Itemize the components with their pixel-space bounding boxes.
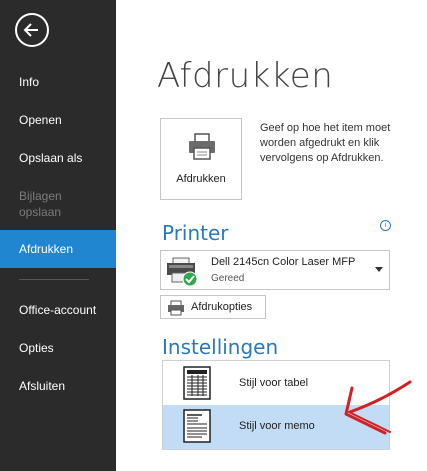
nav-item-office-account[interactable]: Office-account xyxy=(0,291,116,329)
nav-divider xyxy=(19,279,89,280)
properties-icon xyxy=(168,300,184,316)
table-style-icon xyxy=(183,366,211,400)
chevron-down-icon xyxy=(375,267,383,272)
style-item-memo-label: Stijl voor memo xyxy=(239,420,315,432)
nav-item-print[interactable]: Afdrukken xyxy=(0,230,116,268)
print-style-list: Stijl voor tabel Stijl voor memo xyxy=(162,360,390,450)
printer-ready-icon xyxy=(167,257,198,287)
nav-item-save-as[interactable]: Opslaan als xyxy=(0,139,116,177)
settings-heading: Instellingen xyxy=(162,335,279,359)
print-description: Geef op hoe het item moet worden afgedru… xyxy=(260,122,391,164)
nav-item-exit[interactable]: Afsluiten xyxy=(0,367,116,405)
nav-item-info[interactable]: Info xyxy=(0,63,116,101)
print-button[interactable]: Afdrukken xyxy=(160,118,242,200)
printer-properties-label: Afdrukopties xyxy=(191,301,253,313)
back-button[interactable] xyxy=(15,13,49,47)
info-icon[interactable]: i xyxy=(380,220,391,231)
printer-properties-button[interactable]: Afdrukopties xyxy=(160,295,266,319)
style-item-table[interactable]: Stijl voor tabel xyxy=(163,362,389,406)
printer-name: Dell 2145cn Color Laser MFP xyxy=(211,256,356,268)
page-title: Afdrukken xyxy=(157,56,334,96)
printer-select[interactable]: Dell 2145cn Color Laser MFP Gereed xyxy=(160,250,390,290)
backstage-sidebar: Info Openen Opslaan als Bijlagen opslaan… xyxy=(0,0,116,471)
back-arrow-icon xyxy=(23,23,38,37)
printer-status: Gereed xyxy=(211,273,245,284)
print-button-label: Afdrukken xyxy=(176,173,226,185)
memo-style-icon xyxy=(183,409,211,443)
nav-item-options[interactable]: Opties xyxy=(0,329,116,367)
style-item-table-label: Stijl voor tabel xyxy=(239,377,309,389)
nav-item-save-attachments: Bijlagen opslaan xyxy=(19,189,62,219)
printer-heading: Printer xyxy=(162,221,229,245)
nav-item-open[interactable]: Openen xyxy=(0,101,116,139)
style-item-memo[interactable]: Stijl voor memo xyxy=(163,405,389,449)
printer-icon xyxy=(189,133,215,160)
